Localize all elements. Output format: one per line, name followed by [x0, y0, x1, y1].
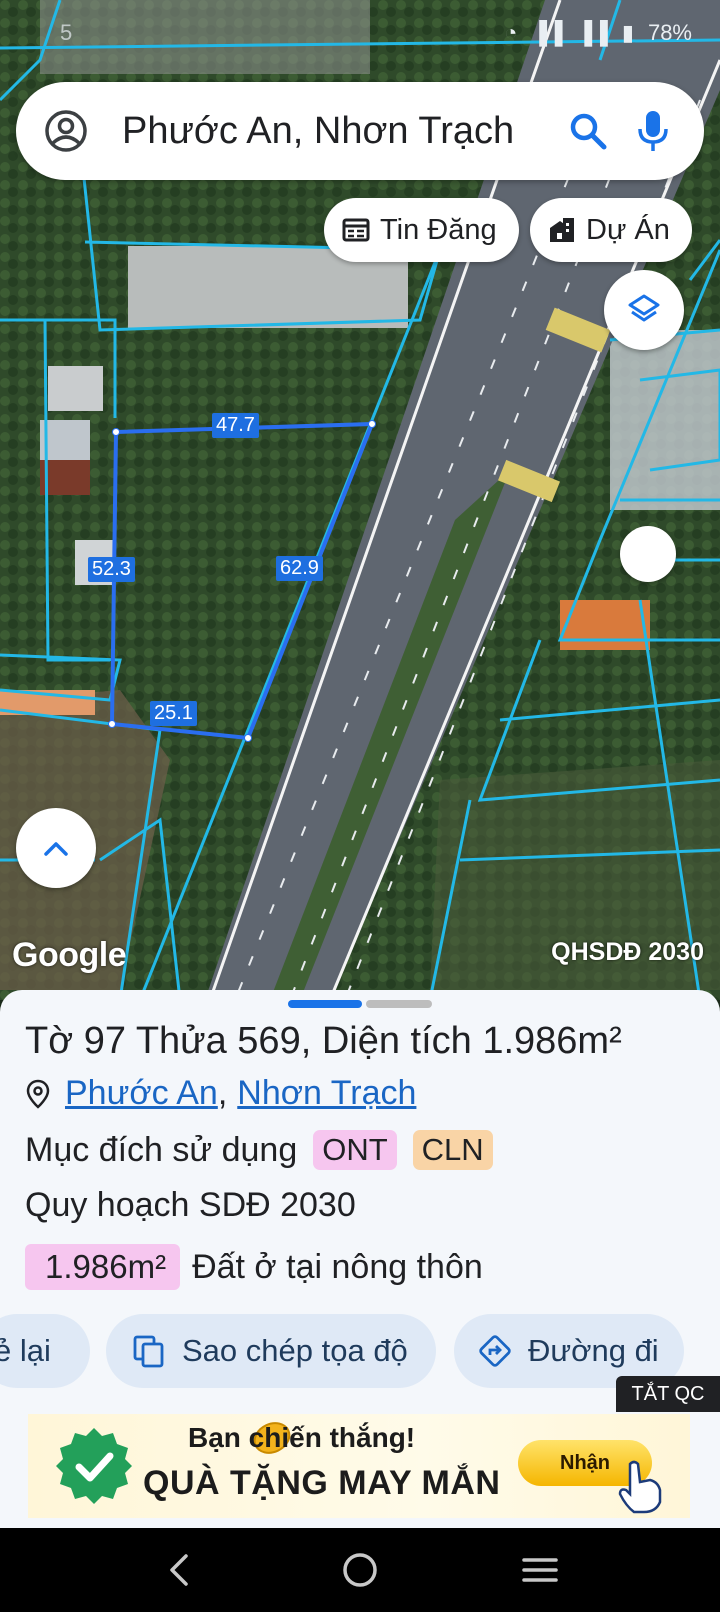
measure-label-top: 47.7 [212, 413, 259, 438]
plan-area-desc: Đất ở tại nông thôn [192, 1247, 483, 1286]
back-icon[interactable] [160, 1550, 200, 1590]
directions-label: Đường đi [528, 1333, 659, 1368]
ward-link[interactable]: Phước An [65, 1074, 218, 1113]
projects-chip[interactable]: Dự Án [530, 198, 692, 262]
building-icon [550, 218, 574, 242]
location-row: Phước An , Nhơn Trạch [25, 1074, 416, 1113]
sheet-handle-active[interactable] [288, 1000, 362, 1008]
layers-button[interactable] [604, 270, 684, 350]
plan-label: Quy hoạch SDĐ 2030 [25, 1186, 356, 1224]
account-icon[interactable] [44, 109, 88, 153]
plan-area-badge: 1.986m² [25, 1244, 181, 1290]
directions-icon [479, 1335, 511, 1367]
ad-off-button[interactable]: TẮT QC [616, 1376, 720, 1412]
measure-label-bottom: 25.1 [150, 701, 197, 726]
listings-chip[interactable]: Tin Đăng [324, 198, 519, 262]
copy-coordinates-label: Sao chép tọa độ [182, 1333, 408, 1368]
signal-icon-2: ▐▐ [576, 20, 608, 45]
plan-area-row: 1.986m² Đất ở tại nông thôn [25, 1244, 483, 1290]
status-time: 5 [60, 20, 73, 45]
status-bar: 5 ◔ ▐▐ ▐▐ ▮ 78% [0, 0, 720, 64]
ad-banner[interactable]: Bạn chiến thắng! QUÀ TẶNG MAY MẮN Nhận [28, 1414, 690, 1518]
battery-level: 78% [647, 20, 692, 45]
purpose-tag-ont[interactable]: ONT [313, 1130, 397, 1170]
recents-icon[interactable] [520, 1550, 560, 1590]
layers-icon [628, 294, 660, 322]
listings-chip-label: Tin Đăng [380, 213, 497, 246]
copy-icon [133, 1335, 164, 1368]
share-button[interactable]: ẻ lại [0, 1314, 90, 1388]
purpose-row: Mục đích sử dụng ONT CLN [25, 1130, 493, 1170]
sheet-handle-inactive[interactable] [366, 1000, 432, 1008]
wifi-icon: ◔ [504, 20, 518, 45]
measure-label-left: 52.3 [88, 557, 135, 582]
check-badge-icon [56, 1428, 132, 1504]
ad-headline: Bạn chiến thắng! [188, 1422, 416, 1453]
map-view[interactable]: 5 ◔ ▐▐ ▐▐ ▮ 78% Phước An, Nhơn Trạch Tin… [0, 0, 720, 1000]
battery-icon: ▮ [621, 20, 634, 45]
chevron-up-icon [44, 842, 68, 856]
layer-label: QHSDĐ 2030 [551, 938, 704, 966]
home-icon[interactable] [340, 1550, 380, 1590]
purpose-label: Mục đích sử dụng [25, 1130, 298, 1169]
parcel-title: Tờ 97 Thửa 569, Diện tích 1.986m² [25, 1020, 622, 1062]
status-icons: ◔ ▐▐ ▐▐ ▮ 78% [504, 20, 692, 46]
measure-label-diagonal: 62.9 [276, 556, 323, 581]
search-input[interactable]: Phước An, Nhơn Trạch [122, 110, 568, 153]
floating-circle-button[interactable] [620, 526, 676, 582]
signal-icon: ▐▐ [531, 20, 563, 45]
share-button-label: ẻ lại [0, 1333, 51, 1368]
district-link[interactable]: Nhơn Trạch [237, 1074, 416, 1113]
projects-chip-label: Dự Án [586, 213, 670, 246]
system-nav-bar [0, 1528, 720, 1612]
search-bar[interactable]: Phước An, Nhơn Trạch [16, 82, 704, 180]
hand-pointer-icon [618, 1460, 662, 1514]
ad-title: QUÀ TẶNG MAY MẮN [143, 1464, 501, 1502]
search-icon[interactable] [568, 111, 608, 151]
mic-icon[interactable] [636, 109, 670, 153]
location-pin-icon [26, 1079, 50, 1109]
purpose-tag-cln[interactable]: CLN [412, 1130, 493, 1170]
google-logo: Google [12, 936, 127, 974]
copy-coordinates-button[interactable]: Sao chép tọa độ [106, 1314, 436, 1388]
expand-button[interactable] [16, 808, 96, 888]
location-separator: , [217, 1074, 228, 1112]
listing-icon [342, 218, 370, 242]
